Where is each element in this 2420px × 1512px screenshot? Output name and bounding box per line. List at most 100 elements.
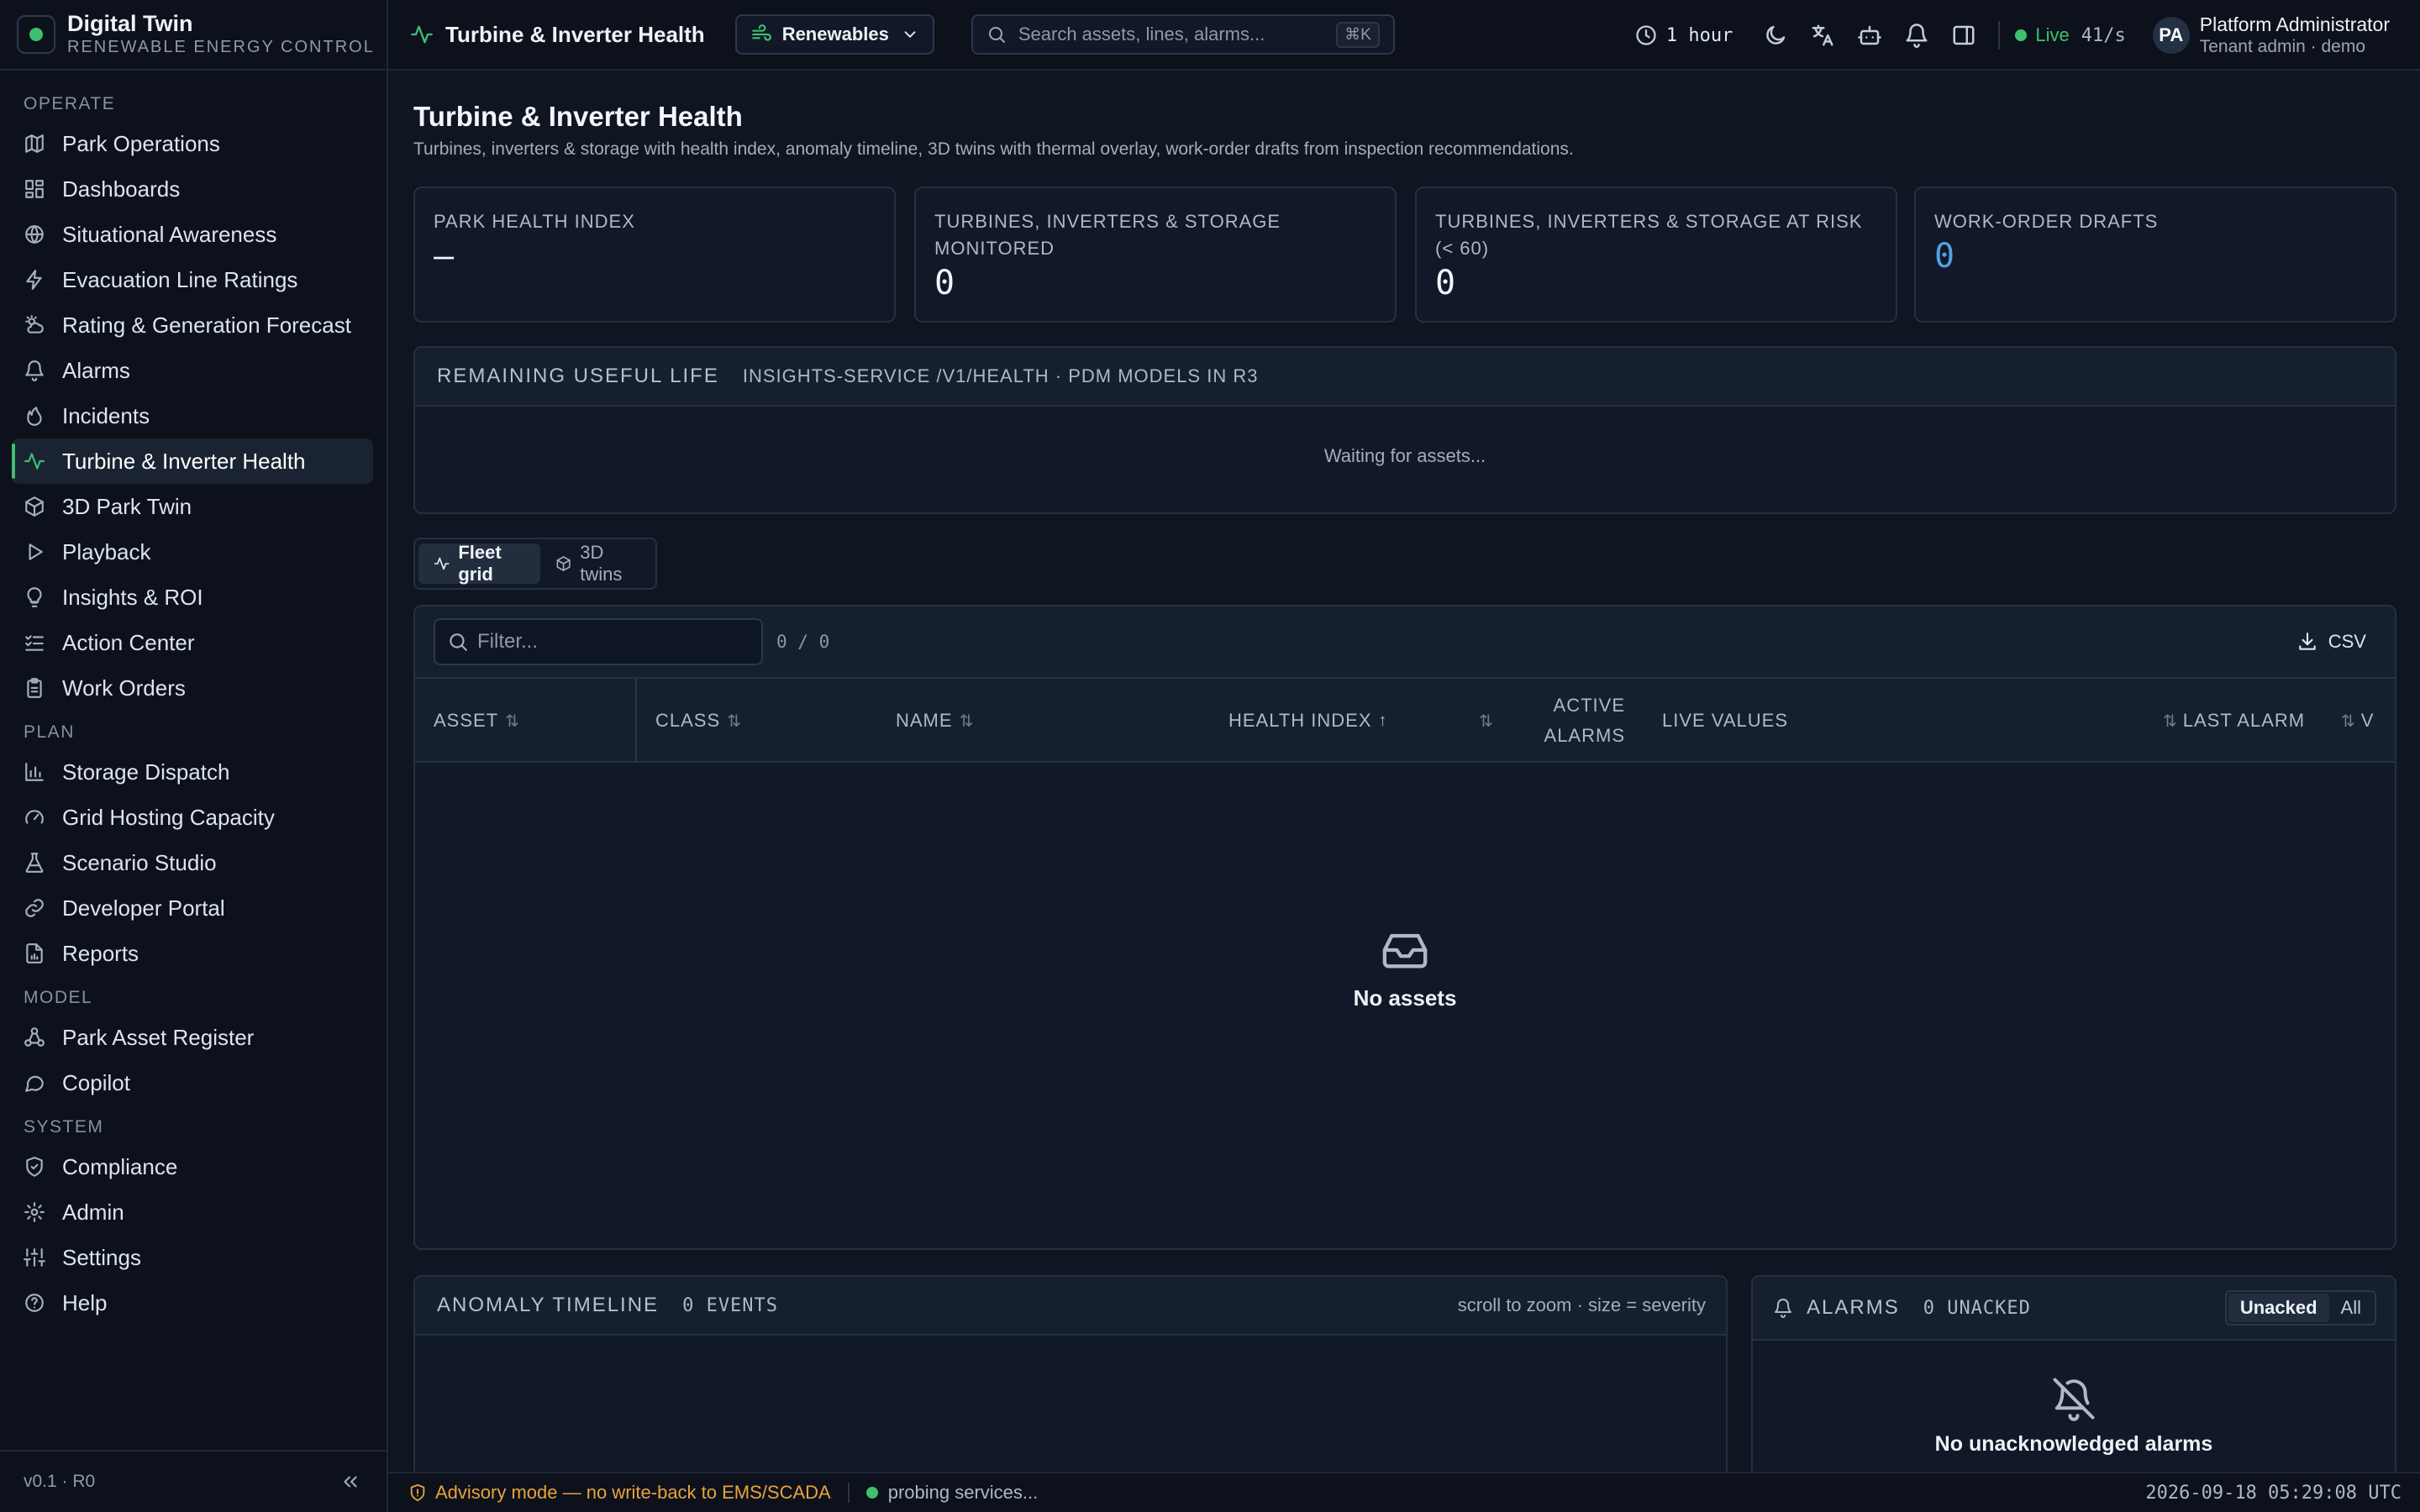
sidebar-item-label: Park Asset Register [62, 1024, 255, 1050]
tab-unacked[interactable]: Unacked [2228, 1294, 2329, 1322]
panel-title: REMAINING USEFUL LIFE [437, 365, 719, 387]
sidebar-item-label: Evacuation Line Ratings [62, 266, 298, 292]
translate-icon[interactable] [1810, 23, 1835, 48]
sidebar-item-park-asset-register[interactable]: Park Asset Register [12, 1015, 373, 1060]
column-header-last-alarm[interactable]: ⇅ LAST ALARM [2163, 679, 2305, 763]
sidebar-item-label: Incidents [62, 402, 150, 428]
column-resize-handle[interactable]: ⇅ [1472, 679, 1494, 763]
sidebar-item-developer-portal[interactable]: Developer Portal [12, 885, 373, 931]
sidebar-item-alarms[interactable]: Alarms [12, 348, 373, 393]
search-icon [450, 633, 467, 651]
sidebar-item-evacuation-line-ratings[interactable]: Evacuation Line Ratings [12, 257, 373, 302]
sidebar-item-incidents[interactable]: Incidents [12, 393, 373, 438]
brand[interactable]: Digital Twin RENEWABLE ENERGY CONTROL [0, 0, 387, 71]
nav-section-system: SYSTEM [24, 1117, 104, 1137]
column-header-name[interactable]: NAME ⇅ [896, 679, 974, 763]
user-menu[interactable]: PA Platform Administrator Tenant admin ·… [2152, 13, 2390, 58]
live-dot [2015, 29, 2028, 41]
bot-icon[interactable] [1857, 23, 1882, 48]
grid-header: ASSET ⇅ CLASS ⇅ NAME ⇅ HEALTH INDEX ↑ ⇅ ACTI… [415, 679, 2395, 763]
sidebar-item-turbine-inverter-health[interactable]: Turbine & Inverter Health [12, 438, 373, 484]
sidebar-item-grid-hosting-capacity[interactable]: Grid Hosting Capacity [12, 795, 373, 840]
filter-input[interactable]: Filter... [434, 618, 763, 665]
topbar-right: 1 hour Live 41/s PA Platform Administrat… [1634, 0, 2420, 71]
sidebar-item-admin[interactable]: Admin [12, 1189, 373, 1235]
avatar: PA [2152, 17, 2190, 54]
help-icon [25, 1294, 44, 1312]
stat-label: TURBINES, INVERTERS & STORAGE AT RISK (<… [1435, 211, 1863, 259]
file-chart-icon [26, 943, 43, 963]
alarm-filter-tabs: Unacked All [2224, 1290, 2376, 1326]
sidebar-item-situational-awareness[interactable]: Situational Awareness [12, 212, 373, 257]
csv-label: CSV [2328, 631, 2366, 652]
sidebar-item-compliance[interactable]: Compliance [12, 1144, 373, 1189]
tab-3d-twins[interactable]: 3D twins [540, 542, 652, 585]
sidebar-item-3d-park-twin[interactable]: 3D Park Twin [12, 484, 373, 529]
bell-icon[interactable] [1904, 23, 1929, 48]
sidebar-item-insights-roi[interactable]: Insights & ROI [12, 575, 373, 620]
sidebar-item-work-orders[interactable]: Work Orders [12, 665, 373, 711]
sidebar-item-rating-forecast[interactable]: Rating & Generation Forecast [12, 302, 373, 348]
sidebar-item-action-center[interactable]: Action Center [12, 620, 373, 665]
tab-all[interactable]: All [2329, 1294, 2373, 1322]
sidebar-item-scenario-studio[interactable]: Scenario Studio [12, 840, 373, 885]
time-range-selector[interactable]: 1 hour [1634, 24, 1733, 47]
search-shortcut: ⌘K [1336, 21, 1380, 48]
sidebar-item-settings[interactable]: Settings [12, 1235, 373, 1280]
brand-title: Digital Twin [67, 11, 193, 36]
scope-selector[interactable]: Renewables [734, 14, 934, 55]
flask-icon [25, 853, 44, 874]
sidebar-item-label: Developer Portal [62, 895, 225, 921]
column-header-active-alarms[interactable]: ACTIVE ALARMS [1541, 679, 1625, 763]
panel-icon[interactable] [1951, 23, 1976, 48]
empty-message: No unacknowledged alarms [1934, 1432, 2213, 1456]
column-header-health-index[interactable]: HEALTH INDEX ↑ [1228, 679, 1388, 763]
scope-label: Renewables [781, 24, 889, 45]
sidebar-item-reports[interactable]: Reports [12, 931, 373, 976]
sidebar-item-copilot[interactable]: Copilot [12, 1060, 373, 1105]
sidebar-footer: v0.1 · R0 [0, 1450, 387, 1512]
status-bar: Advisory mode — no write-back to EMS/SCA… [388, 1472, 2420, 1512]
event-count: 0 EVENTS [682, 1294, 779, 1316]
sidebar-item-storage-dispatch[interactable]: Storage Dispatch [12, 749, 373, 795]
bell-icon [25, 360, 44, 381]
page-description: Turbines, inverters & storage with healt… [413, 139, 1574, 159]
column-header-live-values[interactable]: LIVE VALUES [1662, 679, 1788, 763]
collapse-sidebar-icon[interactable] [339, 1471, 361, 1493]
shield-alert-icon [410, 1483, 425, 1502]
cube-icon [25, 496, 44, 517]
sidebar-item-label: Admin [62, 1199, 124, 1225]
sidebar-nav: OPERATE Park Operations Dashboards Situa… [0, 71, 387, 1450]
column-header-asset[interactable]: ASSET ⇅ [434, 679, 637, 763]
sidebar-item-dashboards[interactable]: Dashboards [12, 166, 373, 212]
nav-section-operate: OPERATE [24, 94, 116, 113]
page-title: Turbine & Inverter Health [413, 101, 743, 132]
play-icon [29, 543, 43, 560]
panel-header: REMAINING USEFUL LIFE INSIGHTS-SERVICE /… [415, 348, 2395, 407]
chat-icon [25, 1075, 44, 1092]
column-label: V [2360, 710, 2375, 731]
search-input[interactable]: Search assets, lines, alarms... ⌘K [971, 14, 1395, 55]
csv-export-button[interactable]: CSV [2296, 631, 2366, 653]
sidebar-item-playback[interactable]: Playback [12, 529, 373, 575]
lightbulb-icon [27, 587, 42, 607]
sidebar-item-label: Action Center [62, 629, 195, 655]
sidebar-item-label: Scenario Studio [62, 849, 217, 875]
shield-check-icon [26, 1157, 43, 1177]
sidebar-item-label: Dashboards [62, 176, 181, 202]
tab-fleet-grid[interactable]: Fleet grid [418, 542, 540, 585]
alarms-panel: ALARMS 0 UNACKED Unacked All No unacknow… [1751, 1275, 2396, 1472]
column-header-v[interactable]: ⇅ V [2341, 679, 2374, 763]
column-label: ASSET [434, 710, 499, 731]
stat-label: TURBINES, INVERTERS & STORAGE MONITORED [934, 211, 1281, 259]
column-header-class[interactable]: CLASS ⇅ [655, 679, 742, 763]
panel-title: ALARMS [1807, 1296, 1900, 1319]
sidebar-item-label: Copilot [62, 1069, 130, 1095]
moon-icon[interactable] [1763, 23, 1788, 48]
network-icon [24, 1027, 45, 1047]
sidebar-item-help[interactable]: Help [12, 1280, 373, 1326]
sidebar-item-park-operations[interactable]: Park Operations [12, 121, 373, 166]
status-separator [847, 1483, 850, 1503]
column-label: HEALTH INDEX [1228, 710, 1372, 731]
sidebar-item-label: Turbine & Inverter Health [62, 448, 306, 474]
